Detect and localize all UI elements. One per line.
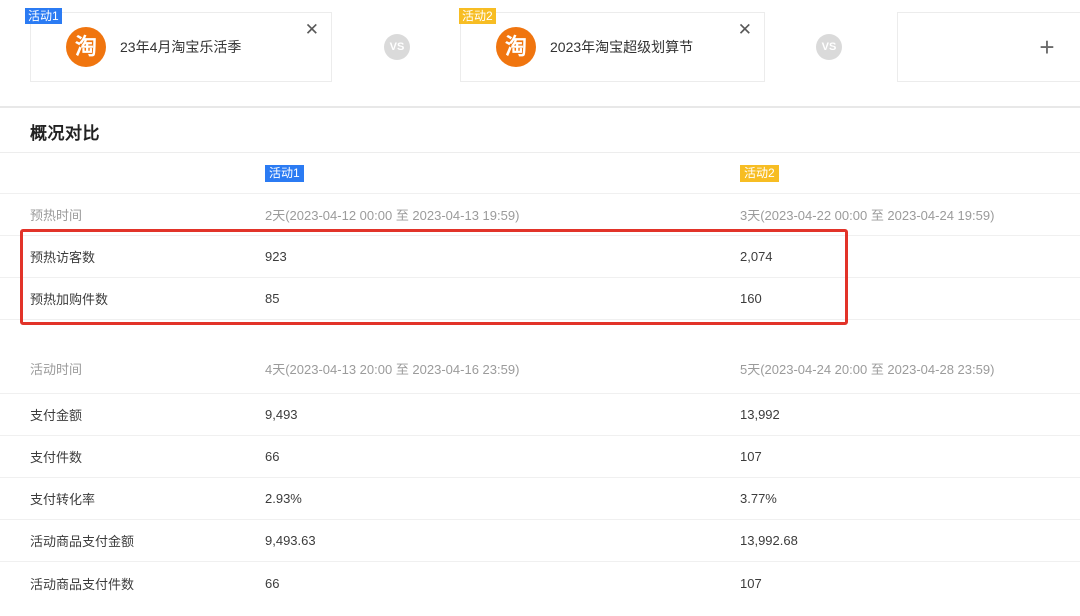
close-icon[interactable]: ✕ xyxy=(738,19,752,41)
row-label: 活动商品支付金额 xyxy=(0,531,265,550)
vs-badge: VS xyxy=(384,34,410,60)
table-row-payment-conversion: 支付转化率 2.93% 3.77% xyxy=(0,478,1080,520)
row-value-activity2: 5天(2023-04-24 20:00 至 2023-04-28 23:59) xyxy=(740,359,1080,378)
table-row-preheat-time: 预热时间 2天(2023-04-12 00:00 至 2023-04-13 19… xyxy=(0,194,1080,236)
row-label: 预热时间 xyxy=(0,205,265,224)
row-value-activity1: 85 xyxy=(265,291,740,306)
row-value-activity1: 2.93% xyxy=(265,491,740,506)
row-value-activity2: 107 xyxy=(740,449,1080,464)
section-title: 概况对比 xyxy=(30,119,1080,144)
table-header-row: 活动1 活动2 xyxy=(0,153,1080,194)
row-label: 支付金额 xyxy=(0,405,265,424)
activity2-slot-badge: 活动2 xyxy=(459,8,496,24)
row-label: 活动商品支付件数 xyxy=(0,574,265,593)
row-label: 支付件数 xyxy=(0,447,265,466)
row-label: 支付转化率 xyxy=(0,489,265,508)
row-value-activity1: 4天(2023-04-13 20:00 至 2023-04-16 23:59) xyxy=(265,359,740,378)
row-value-activity1: 2天(2023-04-12 00:00 至 2023-04-13 19:59) xyxy=(265,205,740,224)
activity1-column-badge: 活动1 xyxy=(265,165,304,182)
row-value-activity2: 13,992.68 xyxy=(740,533,1080,548)
group-spacer xyxy=(0,320,1080,344)
add-activity-card[interactable]: + xyxy=(897,12,1080,82)
row-value-activity1: 923 xyxy=(265,249,740,264)
activity2-title: 2023年淘宝超级划算节 xyxy=(550,37,693,57)
row-value-activity1: 66 xyxy=(265,449,740,464)
table-row-goods-payment-items: 活动商品支付件数 66 107 xyxy=(0,562,1080,604)
vs-badge: VS xyxy=(816,34,842,60)
table-row-payment-items: 支付件数 66 107 xyxy=(0,436,1080,478)
page: 活动1 淘 23年4月淘宝乐活季 ✕ VS 活动2 淘 2023年淘宝超级划算节… xyxy=(0,0,1080,616)
row-value-activity2: 13,992 xyxy=(740,407,1080,422)
activity1-title: 23年4月淘宝乐活季 xyxy=(120,37,241,57)
activity1-slot-badge: 活动1 xyxy=(25,8,62,24)
row-label: 预热加购件数 xyxy=(0,289,265,308)
taobao-logo-icon: 淘 xyxy=(66,27,106,67)
table-row-activity-time: 活动时间 4天(2023-04-13 20:00 至 2023-04-16 23… xyxy=(0,344,1080,394)
row-label: 预热访客数 xyxy=(0,247,265,266)
activity1-card[interactable]: 淘 23年4月淘宝乐活季 ✕ xyxy=(30,12,332,82)
plus-icon: + xyxy=(1039,32,1054,63)
table-row-preheat-visitors: 预热访客数 923 2,074 xyxy=(0,236,1080,278)
row-value-activity1: 66 xyxy=(265,576,740,591)
row-value-activity1: 9,493.63 xyxy=(265,533,740,548)
comparison-bar: 活动1 淘 23年4月淘宝乐活季 ✕ VS 活动2 淘 2023年淘宝超级划算节… xyxy=(0,0,1080,107)
comparison-table: 活动1 活动2 预热时间 2天(2023-04-12 00:00 至 2023-… xyxy=(0,152,1080,604)
row-value-activity2: 160 xyxy=(740,291,1080,306)
row-value-activity2: 2,074 xyxy=(740,249,1080,264)
close-icon[interactable]: ✕ xyxy=(305,19,319,41)
row-value-activity2: 3.77% xyxy=(740,491,1080,506)
activity2-card[interactable]: 淘 2023年淘宝超级划算节 ✕ xyxy=(460,12,765,82)
taobao-logo-icon: 淘 xyxy=(496,27,536,67)
row-value-activity2: 107 xyxy=(740,576,1080,591)
row-value-activity2: 3天(2023-04-22 00:00 至 2023-04-24 19:59) xyxy=(740,205,1080,224)
activity2-column-badge: 活动2 xyxy=(740,165,779,182)
row-label: 活动时间 xyxy=(0,359,265,378)
overview-section: 概况对比 活动1 活动2 预热时间 2天(2023-04-12 00:00 至 … xyxy=(0,108,1080,144)
table-row-goods-payment-amount: 活动商品支付金额 9,493.63 13,992.68 xyxy=(0,520,1080,562)
row-value-activity1: 9,493 xyxy=(265,407,740,422)
table-row-payment-amount: 支付金额 9,493 13,992 xyxy=(0,394,1080,436)
table-row-preheat-cart-items: 预热加购件数 85 160 xyxy=(0,278,1080,320)
